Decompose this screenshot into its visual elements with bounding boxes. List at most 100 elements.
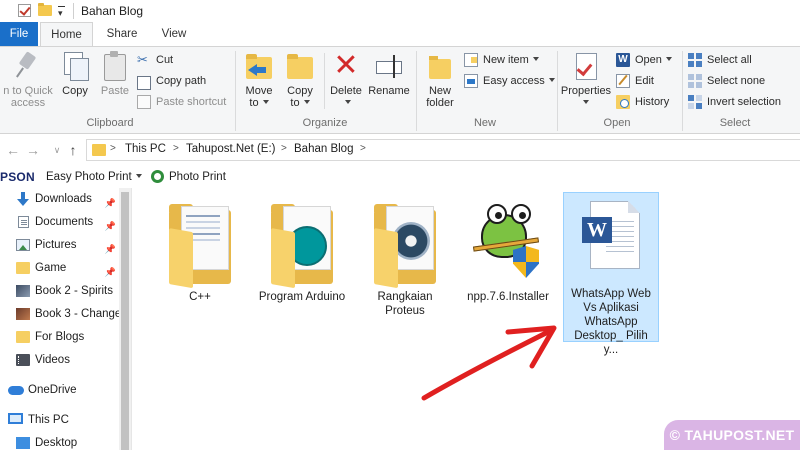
easy-photo-print-button[interactable]: Easy Photo Print — [46, 171, 142, 183]
onedrive-cloud-icon — [8, 386, 24, 395]
sidebar-item-label: Downloads — [35, 193, 92, 205]
pin-to-quick-access-button[interactable]: n to Quick access — [0, 51, 56, 109]
history-button[interactable]: History — [616, 93, 669, 111]
copy-icon — [60, 51, 90, 81]
sidebar-item-book-2-spirits[interactable]: Book 2 - Spirits — [0, 280, 119, 302]
up-arrow-icon[interactable]: ↑ — [64, 140, 82, 160]
new-folder-quick-icon[interactable] — [38, 3, 52, 16]
organize-group-label: Organize — [302, 117, 348, 129]
delete-x-icon: ✕ — [333, 49, 359, 82]
folder-front — [169, 228, 193, 289]
paste-button[interactable]: Paste — [98, 51, 132, 97]
easy-access-button[interactable]: Easy access — [464, 72, 555, 90]
select-all-icon — [688, 53, 702, 67]
file-item-npp-installer[interactable]: npp.7.6.Installer — [460, 192, 556, 307]
copy-button[interactable]: Copy — [58, 51, 92, 97]
folder-icon — [16, 262, 30, 274]
uac-shield-icon — [513, 246, 539, 278]
open-button[interactable]: W Open — [616, 51, 672, 69]
new-item-label: New item — [483, 54, 529, 66]
sidebar-item-game[interactable]: Game 📌 — [0, 257, 119, 279]
new-item-icon — [464, 53, 478, 67]
invert-selection-label: Invert selection — [707, 96, 781, 108]
select-all-button[interactable]: Select all — [688, 51, 752, 69]
rename-button[interactable]: Rename — [367, 51, 411, 97]
paste-label: Paste — [100, 85, 130, 97]
this-pc-icon — [8, 413, 23, 424]
sidebar-item-book-3-change[interactable]: Book 3 - Change — [0, 303, 119, 325]
window-title: Bahan Blog — [81, 4, 144, 18]
sidebar-item-label: Documents — [35, 216, 94, 228]
sidebar-item-label: Videos — [35, 354, 70, 366]
invert-selection-button[interactable]: Invert selection — [688, 93, 781, 111]
new-folder-button[interactable]: New folder — [420, 51, 460, 109]
scissors-icon — [137, 51, 151, 69]
sidebar-item-documents[interactable]: Documents 📌 — [0, 211, 119, 233]
paste-shortcut-button[interactable]: Paste shortcut — [137, 93, 226, 111]
eye-icon — [511, 204, 531, 224]
file-item-whatsapp-doc[interactable]: W WhatsApp Web Vs Aplikasi WhatsApp Desk… — [563, 192, 659, 356]
history-icon — [616, 95, 630, 109]
breadcrumb-drive[interactable]: Tahupost.Net (E:) — [186, 143, 275, 155]
paste-icon — [100, 51, 130, 81]
new-folder-icon — [425, 51, 455, 81]
tab-view[interactable]: View — [152, 22, 196, 46]
open-group-label: Open — [603, 117, 631, 129]
preview-lines — [186, 215, 220, 217]
sidebar-item-this-pc[interactable]: This PC — [0, 409, 119, 431]
properties-button[interactable]: Properties — [560, 51, 612, 109]
tab-share[interactable]: Share — [100, 22, 144, 46]
edit-button[interactable]: Edit — [616, 72, 654, 90]
delete-button[interactable]: ✕ Delete — [328, 51, 364, 109]
sidebar-item-onedrive[interactable]: OneDrive — [0, 379, 119, 401]
address-bar[interactable]: > This PC > Tahupost.Net (E:) > Bahan Bl… — [86, 139, 800, 161]
sidebar-item-downloads[interactable]: Downloads 📌 — [0, 188, 119, 210]
photo-print-button[interactable]: Photo Print — [169, 171, 226, 183]
invert-selection-icon — [688, 95, 702, 109]
group-separator — [557, 51, 558, 131]
quick-access-dropdown-icon[interactable]: ▾ — [58, 6, 65, 19]
new-item-button[interactable]: New item — [464, 51, 539, 69]
chevron-down-icon — [345, 100, 351, 104]
forward-arrow-icon[interactable]: → — [24, 140, 42, 160]
select-none-icon — [688, 74, 702, 88]
copy-path-button[interactable]: Copy path — [137, 72, 206, 90]
breadcrumb-separator-icon[interactable]: > — [281, 143, 287, 154]
cut-button[interactable]: Cut — [137, 51, 173, 69]
breadcrumb-bahan-blog[interactable]: Bahan Blog — [294, 143, 353, 155]
file-item-cpp[interactable]: C++ — [152, 192, 248, 307]
breadcrumb-this-pc[interactable]: This PC — [125, 143, 166, 155]
title-bar: ▾ Bahan Blog — [0, 0, 800, 22]
select-none-button[interactable]: Select none — [688, 72, 765, 90]
move-to-label: Move to — [245, 85, 273, 109]
chevron-down-icon — [532, 57, 539, 61]
tab-file[interactable]: File — [0, 22, 38, 46]
file-item-rangkaian-proteus[interactable]: Rangkaian Proteus — [357, 192, 453, 321]
sidebar-item-label: This PC — [28, 414, 69, 426]
paste-shortcut-label: Paste shortcut — [156, 96, 227, 108]
nav-pane-scrollbar-thumb[interactable] — [121, 192, 129, 450]
sidebar-item-for-blogs[interactable]: For Blogs — [0, 326, 119, 348]
file-name: Program Arduino — [258, 291, 346, 303]
properties-check-icon[interactable] — [18, 4, 31, 17]
eye-icon — [487, 204, 507, 224]
word-document-icon: W — [576, 201, 646, 285]
copy-to-button[interactable]: Copy to — [282, 51, 318, 109]
move-to-button[interactable]: Move to — [240, 51, 278, 109]
breadcrumb-separator-icon[interactable]: > — [110, 143, 116, 154]
photo-print-icon[interactable] — [151, 170, 164, 183]
breadcrumb-separator-icon[interactable]: > — [360, 143, 366, 154]
group-separator — [416, 51, 417, 131]
back-arrow-icon[interactable]: ← — [4, 140, 22, 160]
videos-icon — [16, 354, 30, 366]
file-name: C++ — [189, 291, 211, 303]
notepad-plus-plus-installer-icon — [472, 198, 543, 288]
chevron-down-icon — [665, 57, 672, 61]
easy-access-icon — [464, 74, 478, 88]
tab-home[interactable]: Home — [40, 22, 93, 47]
breadcrumb-separator-icon[interactable]: > — [173, 143, 179, 154]
sidebar-item-videos[interactable]: Videos — [0, 349, 119, 371]
file-item-program-arduino[interactable]: Program Arduino — [254, 192, 350, 307]
sidebar-item-pictures[interactable]: Pictures 📌 — [0, 234, 119, 256]
sidebar-item-desktop[interactable]: Desktop — [0, 432, 119, 450]
